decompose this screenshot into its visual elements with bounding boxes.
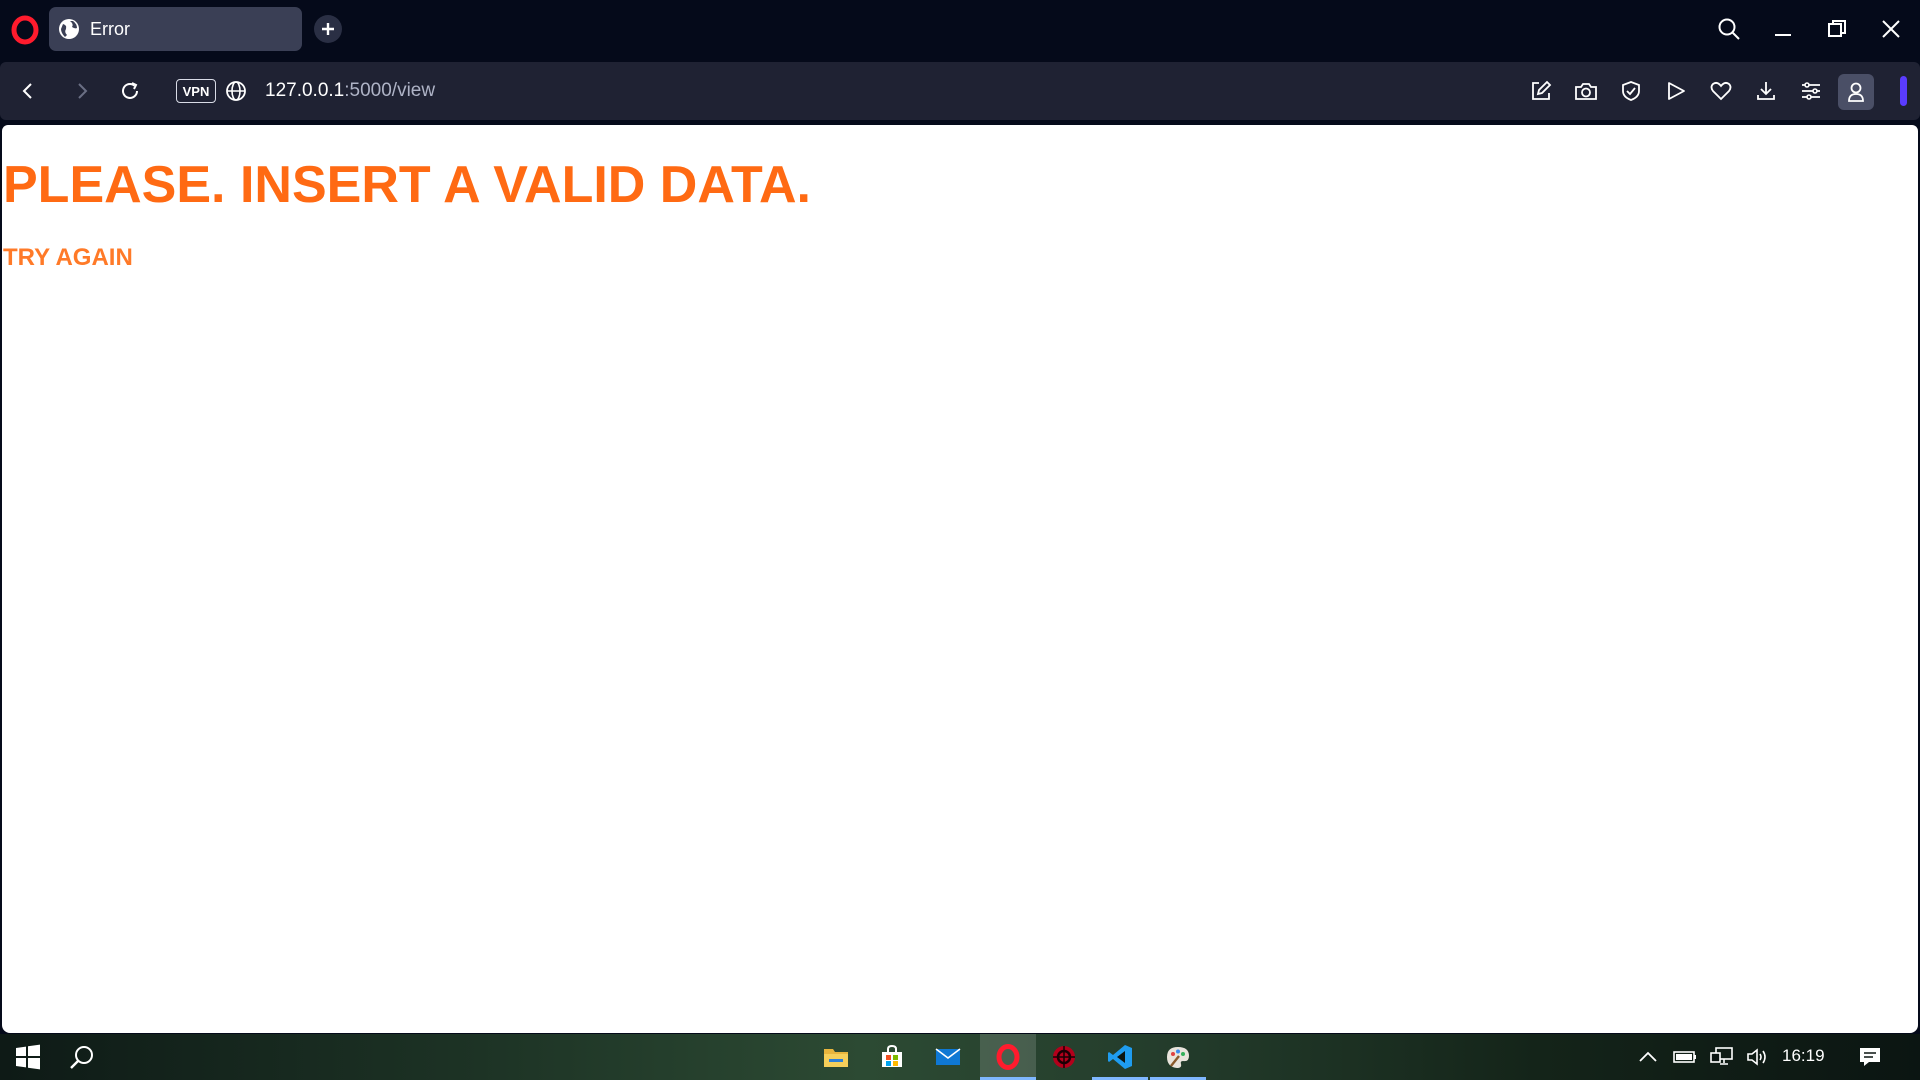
easy-setup-icon[interactable] (1797, 77, 1825, 105)
globe-icon (58, 18, 80, 40)
gaming-app-icon[interactable] (1036, 1034, 1092, 1080)
windows-start-icon[interactable] (0, 1034, 56, 1080)
microsoft-store-icon[interactable] (864, 1034, 920, 1080)
profile-icon[interactable] (1838, 74, 1874, 110)
download-icon[interactable] (1752, 77, 1780, 105)
vpn-badge[interactable]: VPN (176, 79, 216, 103)
forward-button[interactable] (68, 77, 96, 105)
chevron-up-icon[interactable] (1636, 1045, 1660, 1069)
minimize-icon[interactable] (1768, 14, 1798, 44)
new-tab-button[interactable] (314, 15, 342, 43)
url-host: 127.0.0.1 (265, 80, 345, 101)
camera-icon[interactable] (1572, 77, 1600, 105)
send-icon[interactable] (1662, 77, 1690, 105)
reload-button[interactable] (116, 77, 144, 105)
battery-icon[interactable] (1673, 1045, 1697, 1069)
browser-tab[interactable]: Error (49, 7, 302, 51)
network-icon[interactable] (1710, 1045, 1734, 1069)
vscode-icon[interactable] (1092, 1034, 1148, 1080)
browser-titlebar: Error (0, 0, 1920, 58)
notifications-icon[interactable] (1858, 1045, 1882, 1069)
close-icon[interactable] (1876, 14, 1906, 44)
browser-navbar: VPN 127.0.0.1:5000/view (0, 62, 1920, 120)
taskbar-clock[interactable]: 16:19 (1782, 1046, 1825, 1066)
restore-icon[interactable] (1822, 14, 1852, 44)
desktop-screen: Error VPN 127.0.0.1:5000/view PLEASE. IN… (0, 0, 1920, 1080)
back-button[interactable] (14, 77, 42, 105)
search-tabs-icon[interactable] (1714, 14, 1744, 44)
tab-title: Error (90, 18, 130, 39)
mail-icon[interactable] (920, 1034, 976, 1080)
file-explorer-icon[interactable] (808, 1034, 864, 1080)
opera-icon[interactable] (980, 1034, 1036, 1080)
paint-icon[interactable] (1150, 1034, 1206, 1080)
search-icon[interactable] (54, 1034, 110, 1080)
url-path: :5000/view (344, 80, 436, 101)
error-heading: PLEASE. INSERT A VALID DATA. (3, 156, 811, 214)
web-page-viewport: PLEASE. INSERT A VALID DATA. TRY AGAIN (2, 125, 1918, 1033)
site-info-globe-icon[interactable] (222, 77, 250, 105)
volume-icon[interactable] (1746, 1045, 1770, 1069)
snapshot-edit-icon[interactable] (1527, 77, 1555, 105)
try-again-link[interactable]: TRY AGAIN (3, 244, 133, 272)
shield-icon[interactable] (1617, 77, 1645, 105)
windows-taskbar (0, 1034, 1920, 1080)
opera-menu-icon[interactable] (10, 15, 40, 45)
heart-icon[interactable] (1707, 77, 1735, 105)
sidebar-toggle[interactable] (1900, 76, 1907, 106)
url-field[interactable]: 127.0.0.1:5000/view (265, 79, 435, 103)
